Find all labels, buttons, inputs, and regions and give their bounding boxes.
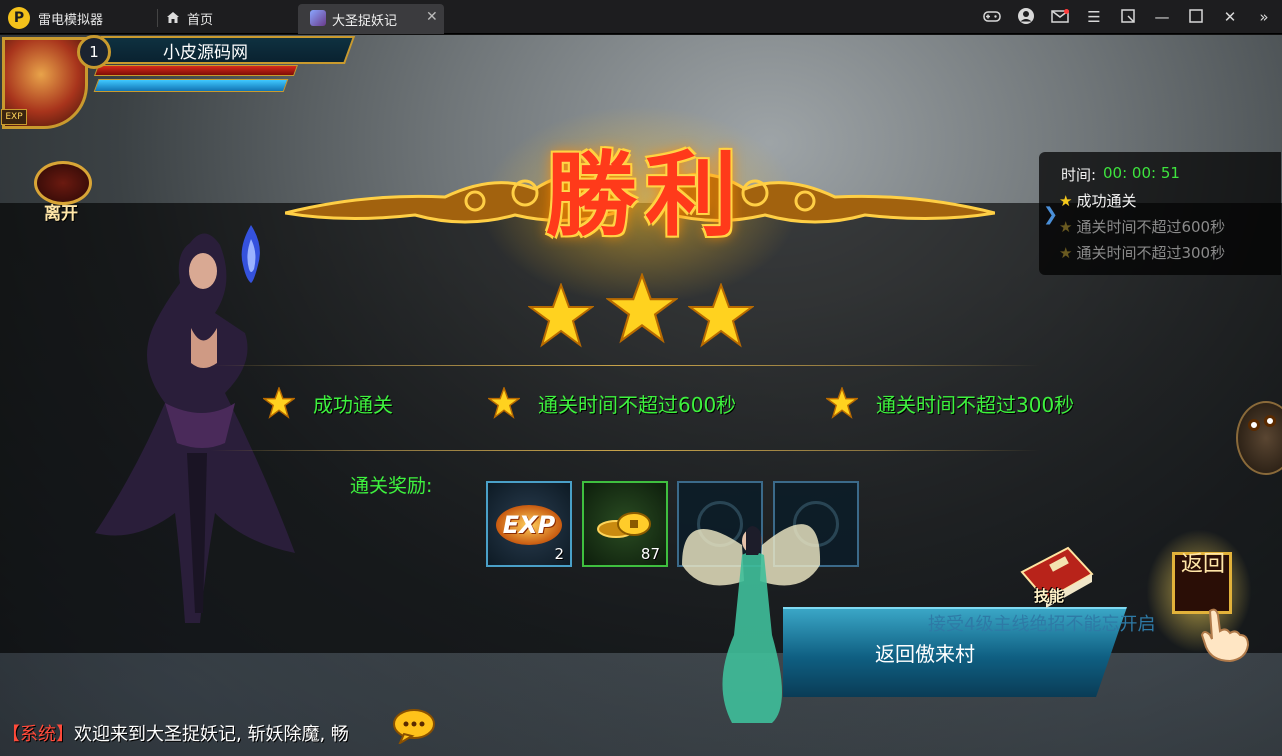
tab-game[interactable]: 大圣捉妖记 ✕ xyxy=(298,4,444,34)
leave-button[interactable]: 离开 xyxy=(34,161,92,225)
timer-value: 00: 00: 51 xyxy=(1103,164,1180,182)
condition-label: 成功通关 xyxy=(313,393,393,417)
system-chat-line[interactable]: 【系统】欢迎来到大圣捉妖记, 斩妖除魔, 畅 xyxy=(2,720,349,746)
reward-count: 2 xyxy=(554,545,564,563)
eye-icon xyxy=(1248,419,1260,431)
chat-bubble-icon[interactable] xyxy=(392,708,436,744)
star-icon: ★ xyxy=(1059,192,1073,210)
gamepad-icon[interactable] xyxy=(981,6,1003,28)
quest-hint: 接受4级主线绝招不能忘开启 xyxy=(928,614,1156,635)
star-icon xyxy=(263,387,295,419)
tab-close-icon[interactable]: ✕ xyxy=(426,9,438,25)
return-village-label: 返回傲来村 xyxy=(875,642,975,666)
divider xyxy=(210,450,1040,451)
tab-home-label: 首页 xyxy=(187,13,214,28)
game-icon xyxy=(310,10,326,26)
close-icon[interactable]: ✕ xyxy=(1219,6,1241,28)
tab-home[interactable]: 首页 xyxy=(163,5,293,32)
reward-count: 87 xyxy=(640,545,660,563)
fairy-companion-figure xyxy=(682,524,821,723)
objective-panel: ❯ 时间: 00: 00: 51 ★ 成功通关 ★ 通关时间不超过600秒 ★ 通关时… xyxy=(1039,152,1281,275)
star-icon: ★ xyxy=(1059,218,1073,236)
player-level: 1 xyxy=(77,35,111,69)
exp-tag: EXP xyxy=(1,109,27,125)
hp-bar xyxy=(93,65,299,76)
reward-slot-gold[interactable]: 87 xyxy=(582,481,668,567)
mp-bar xyxy=(93,79,289,92)
notification-dot xyxy=(1064,9,1069,14)
app-name: 雷电模拟器 xyxy=(38,13,104,28)
condition-label: 通关时间不超过600秒 xyxy=(538,393,737,417)
divider xyxy=(157,9,158,27)
maximize-icon[interactable] xyxy=(1185,6,1207,28)
blue-flame-icon xyxy=(241,225,260,283)
menu-icon[interactable]: ☰ xyxy=(1083,6,1105,28)
collapse-icon[interactable]: » xyxy=(1253,6,1275,28)
star-icon xyxy=(488,387,520,419)
rating-star-icon xyxy=(528,283,594,348)
chevron-right-icon[interactable]: ❯ xyxy=(1043,204,1058,225)
timer-label: 时间: xyxy=(1061,166,1097,184)
reward-slot-exp[interactable]: EXP 2 xyxy=(486,481,572,567)
chat-tag: 【系统】 xyxy=(2,724,74,745)
pointing-hand-icon xyxy=(1200,608,1250,663)
leave-label: 离开 xyxy=(44,204,78,224)
star-icon xyxy=(826,387,858,419)
female-warrior-figure xyxy=(95,233,295,623)
emulator-title-bar: P 雷电模拟器 首页 大圣捉妖记 ✕ ☰ — ✕ » xyxy=(0,0,1282,34)
game-viewport: EXP 小皮源码网 1 离开 ❯ 时间: 00: 00: 51 ★ 成功通关 ★ 通… xyxy=(0,35,1282,756)
minimize-icon[interactable]: — xyxy=(1151,6,1173,28)
objective-item: ★ 通关时间不超过300秒 xyxy=(1059,242,1225,263)
eye-icon xyxy=(1264,415,1276,427)
chat-message: 欢迎来到大圣捉妖记, 斩妖除魔, 畅 xyxy=(74,724,349,745)
exp-icon: EXP xyxy=(496,505,562,545)
reward-title: 通关奖励: xyxy=(350,475,433,497)
mail-icon[interactable] xyxy=(1049,6,1071,28)
ldplayer-logo-icon: P xyxy=(8,7,30,29)
divider xyxy=(210,365,1040,366)
popout-icon[interactable] xyxy=(1117,6,1139,28)
home-icon xyxy=(167,12,179,23)
rating-star-icon xyxy=(606,273,678,344)
objective-label: 成功通关 xyxy=(1076,192,1137,210)
star-icon: ★ xyxy=(1059,244,1073,262)
objective-item: ★ 成功通关 xyxy=(1059,190,1136,211)
tab-game-label: 大圣捉妖记 xyxy=(332,14,398,29)
account-icon[interactable] xyxy=(1015,6,1037,28)
player-name: 小皮源码网 xyxy=(163,43,248,63)
objective-label: 通关时间不超过300秒 xyxy=(1076,244,1226,262)
skill-label: 技能 xyxy=(1034,587,1065,605)
objective-label: 通关时间不超过600秒 xyxy=(1076,218,1226,236)
return-label: 返回 xyxy=(1180,552,1225,577)
victory-title: 勝利 xyxy=(544,141,745,249)
gold-coins-icon xyxy=(597,512,651,538)
rating-star-icon xyxy=(688,283,754,348)
condition-label: 通关时间不超过300秒 xyxy=(876,393,1075,417)
objective-item: ★ 通关时间不超过600秒 xyxy=(1059,216,1225,237)
